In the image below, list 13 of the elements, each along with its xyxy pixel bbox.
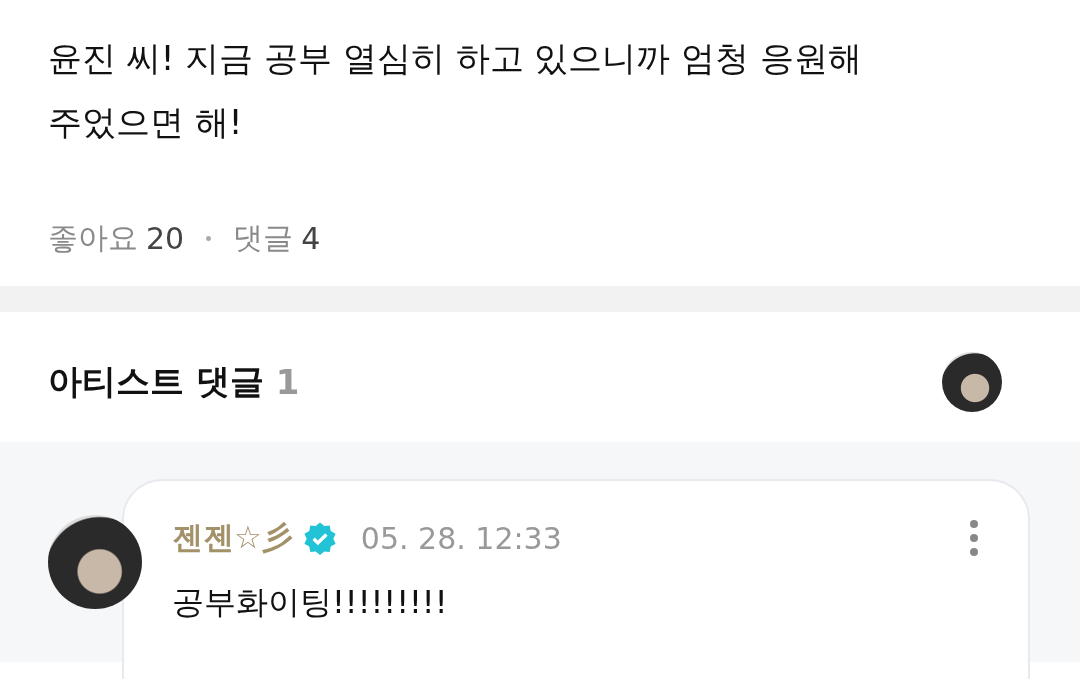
comment-text: 공부화이팅!!!!!!!!! xyxy=(172,582,449,623)
likes-count: 20 xyxy=(146,221,185,256)
separator-dot xyxy=(206,236,212,241)
more-options-icon[interactable] xyxy=(968,518,980,558)
comments-label: 댓글 xyxy=(233,219,294,257)
section-title: 아티스트 댓글 xyxy=(48,360,264,403)
post-text: 윤진 씨! 지금 공부 열심히 하고 있으니까 엄청 응원해 주었으면 해! xyxy=(48,37,864,144)
comments-count: 4 xyxy=(301,221,321,256)
avatar[interactable] xyxy=(942,352,1002,412)
comment-count: 1 xyxy=(275,362,300,402)
author-name[interactable]: 젠젠☆彡 xyxy=(172,517,293,559)
comment-time: 05. 28. 12:33 xyxy=(360,520,562,556)
likes-label: 좋아요 xyxy=(48,219,138,257)
